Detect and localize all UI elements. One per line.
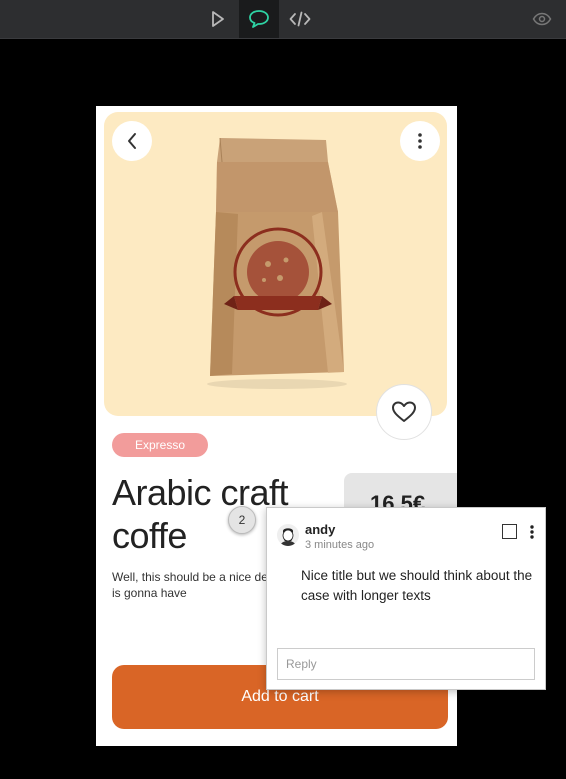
product-hero [104, 112, 447, 416]
top-toolbar [0, 0, 566, 39]
user-avatar-icon [277, 524, 299, 546]
more-options-button[interactable] [400, 121, 440, 161]
more-vertical-icon [530, 525, 534, 539]
heart-icon [392, 401, 416, 422]
code-icon [289, 11, 311, 27]
comment-mode-button[interactable] [239, 0, 279, 38]
comment-time: 3 minutes ago [305, 539, 375, 551]
chevron-left-icon [128, 133, 136, 149]
play-button[interactable] [198, 0, 238, 38]
eye-icon [532, 12, 552, 26]
favorite-button[interactable] [376, 384, 432, 440]
reply-input[interactable] [277, 648, 535, 680]
category-tag[interactable]: Expresso [112, 433, 208, 457]
comment-text: Nice title but we should think about the… [301, 568, 533, 603]
coffee-bag-image [207, 137, 347, 389]
comment-pin[interactable]: 2 [228, 506, 256, 534]
avatar [277, 524, 299, 546]
back-button[interactable] [112, 121, 152, 161]
comment-author: andy [305, 522, 336, 537]
preview-button[interactable] [522, 0, 562, 38]
comment-popup: andy 3 minutes ago Nice title but we sho… [266, 507, 546, 690]
more-vertical-icon [418, 133, 422, 149]
comment-options-button[interactable] [523, 521, 541, 543]
code-button[interactable] [280, 0, 320, 38]
play-icon [212, 11, 224, 27]
comment-icon [249, 10, 269, 28]
resolve-checkbox[interactable] [502, 524, 517, 539]
